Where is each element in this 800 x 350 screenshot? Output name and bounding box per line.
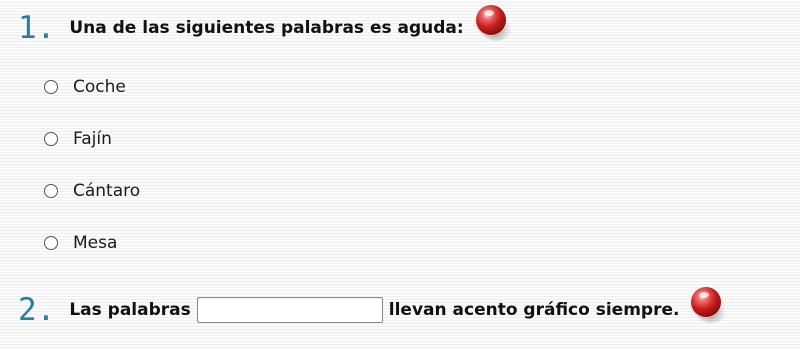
- radio-button[interactable]: [44, 184, 58, 198]
- question-2-text-before: Las palabras: [69, 300, 191, 320]
- option-cantaro[interactable]: Cántaro: [44, 172, 140, 210]
- quiz: 1. Una de las siguientes palabras es agu…: [0, 0, 800, 350]
- question-2-text-after: llevan acento gráfico siempre.: [388, 300, 680, 320]
- radio-button[interactable]: [44, 132, 58, 146]
- radio-button[interactable]: [44, 236, 58, 250]
- question-2-number: 2.: [18, 292, 56, 328]
- option-fajin[interactable]: Fajín: [44, 120, 140, 158]
- red-ball-check-icon[interactable]: [474, 5, 512, 41]
- red-ball-check-icon[interactable]: [689, 287, 728, 323]
- radio-button[interactable]: [44, 80, 58, 94]
- option-mesa[interactable]: Mesa: [44, 224, 140, 262]
- question-1-header: 1. Una de las siguientes palabras es agu…: [18, 5, 512, 48]
- question-2-header: 2. Las palabras llevan acento gráfico si…: [18, 287, 728, 330]
- option-label: Coche: [73, 77, 126, 97]
- question-1-text: Una de las siguientes palabras es aguda:: [69, 18, 464, 38]
- option-label: Mesa: [73, 233, 118, 253]
- option-label: Cántaro: [73, 181, 141, 201]
- answer-blank-input[interactable]: [196, 297, 383, 323]
- option-label: Fajín: [73, 129, 112, 149]
- question-1-options: Coche Fajín Cántaro Mesa: [44, 68, 140, 276]
- option-coche[interactable]: Coche: [44, 68, 140, 106]
- question-1-number: 1.: [18, 10, 56, 46]
